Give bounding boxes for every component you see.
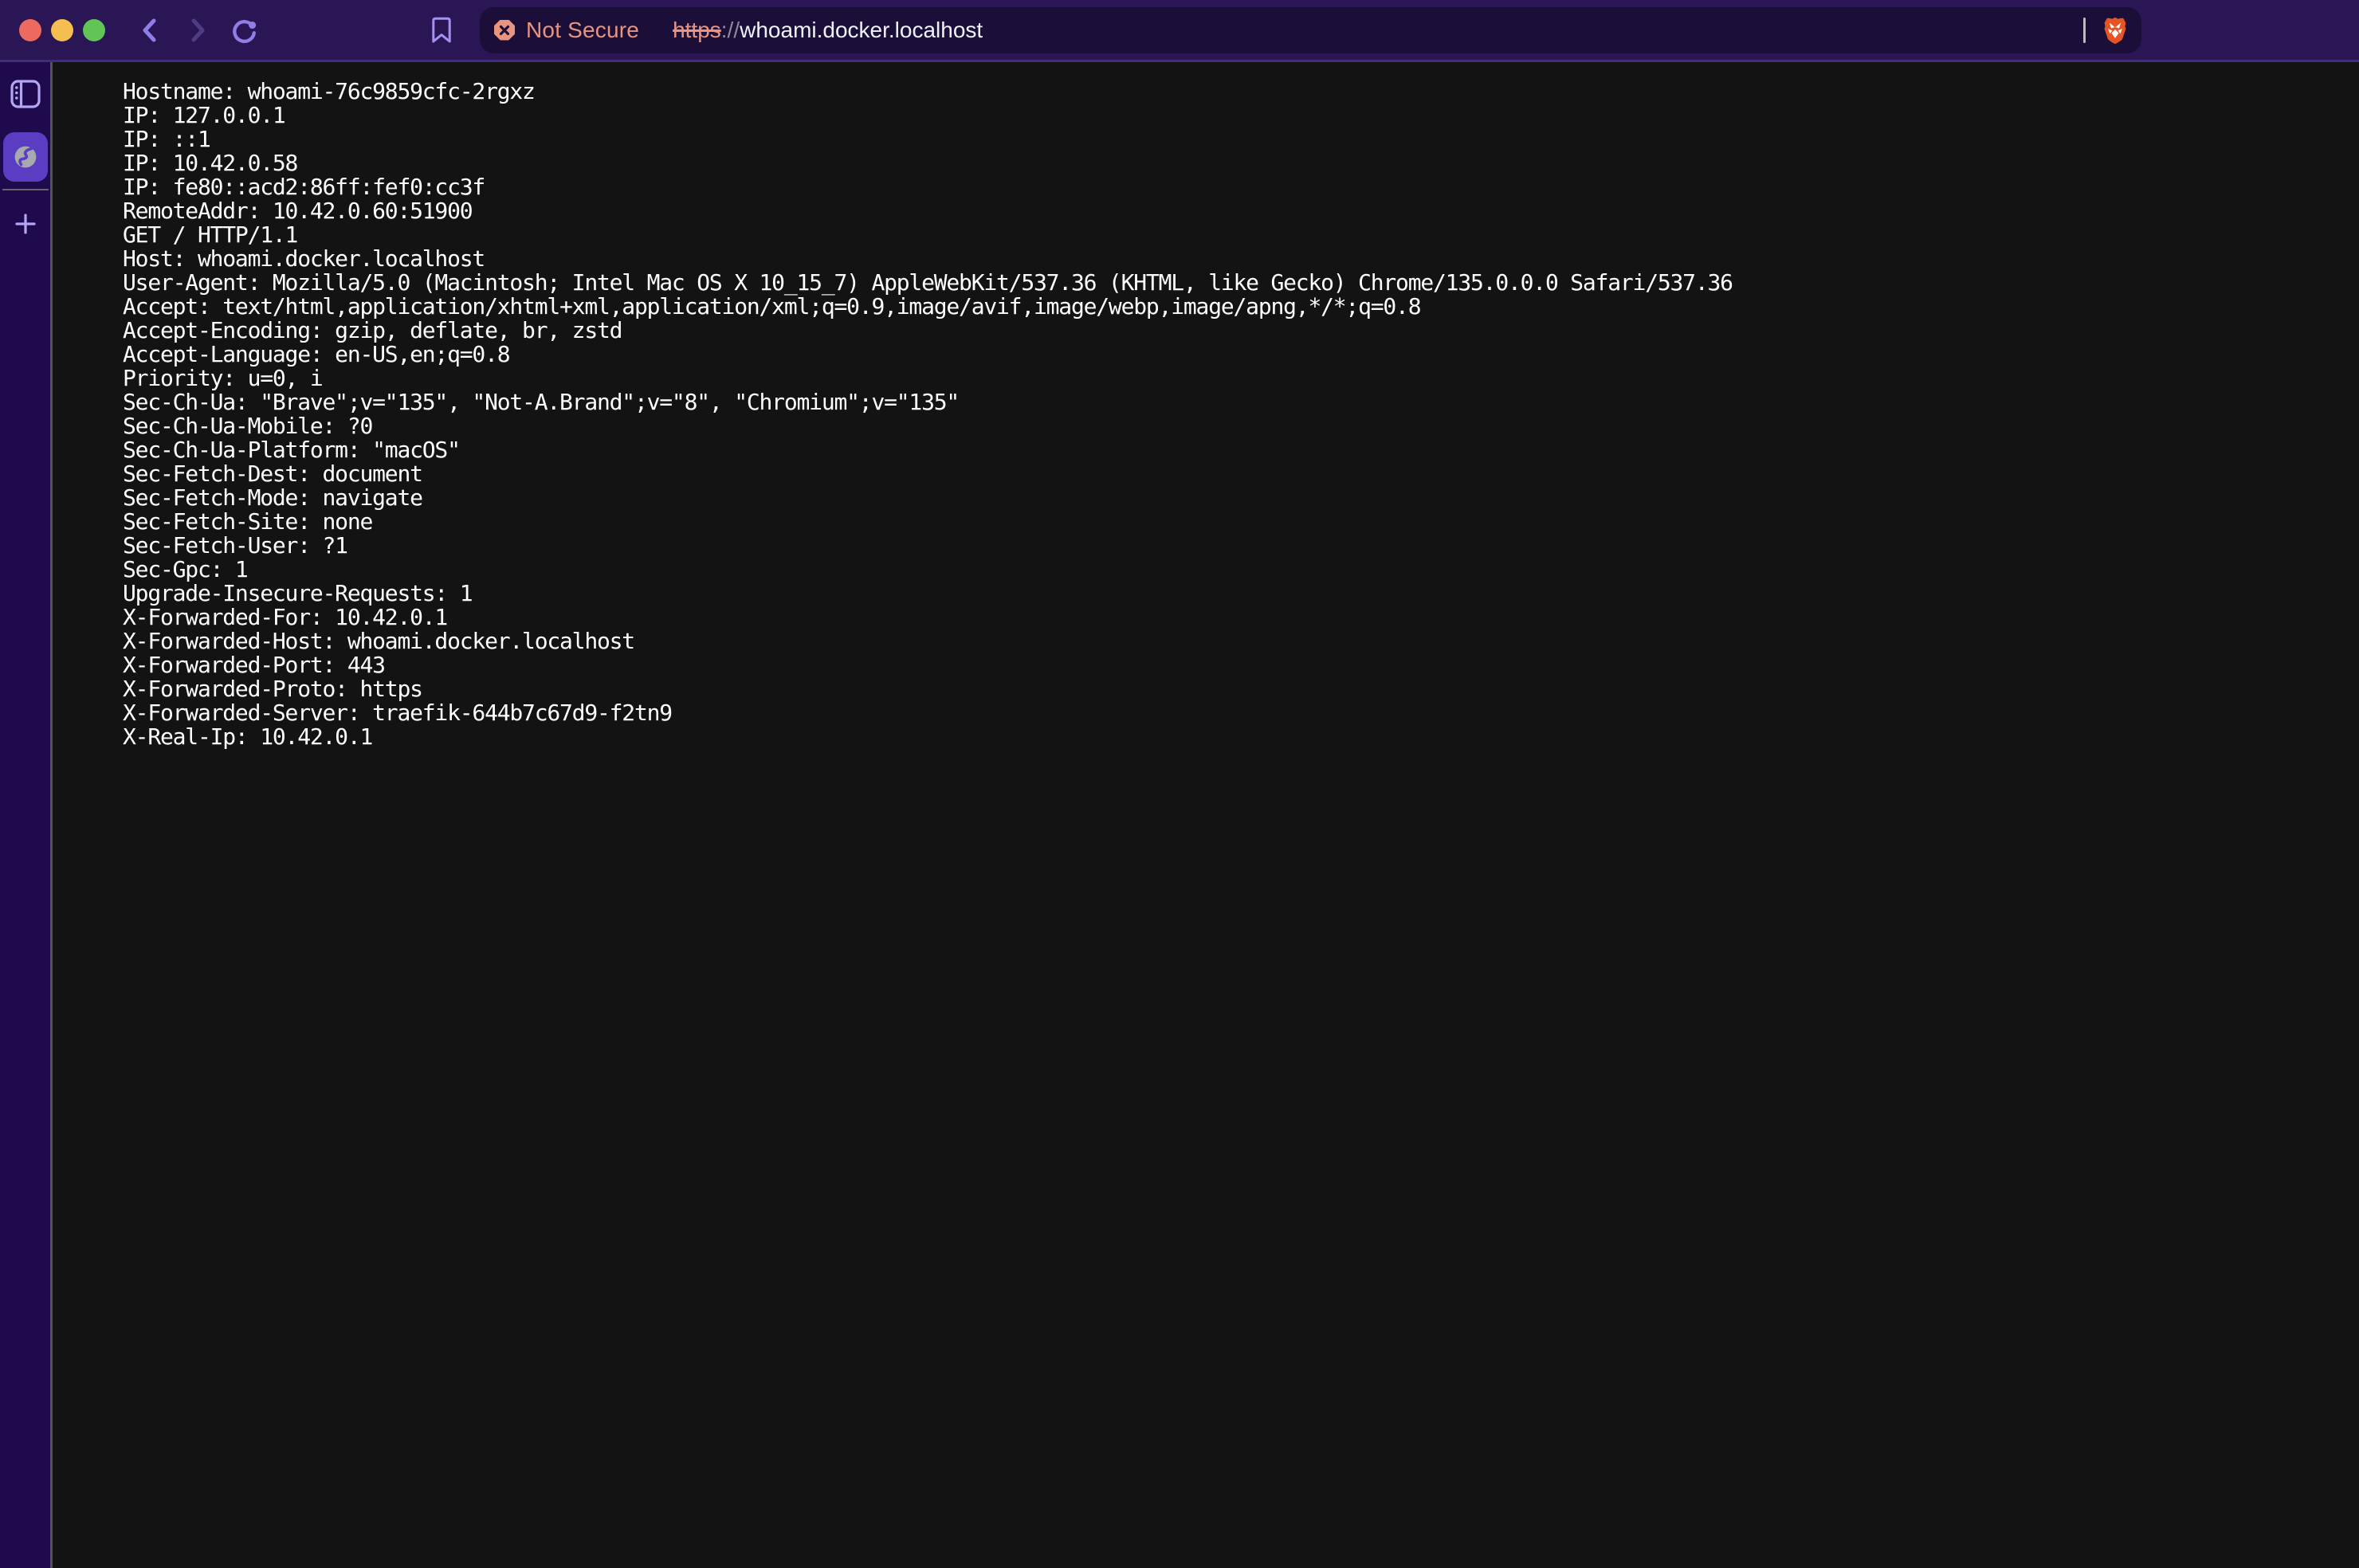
minimize-button[interactable]	[51, 19, 73, 41]
not-secure-octagon-icon	[494, 20, 515, 41]
forward-icon	[183, 15, 212, 45]
urlbar-divider	[2083, 18, 2086, 43]
forward-button[interactable]	[183, 16, 212, 45]
bookmark-button[interactable]	[427, 16, 456, 45]
whoami-output: Hostname: whoami-76c9859cfc-2rgxz IP: 12…	[123, 80, 2359, 749]
zoom-button[interactable]	[83, 19, 105, 41]
new-tab-button[interactable]	[11, 210, 40, 238]
url-scheme: https	[673, 18, 721, 43]
plus-icon	[15, 214, 36, 234]
sidebar-panel-toggle-button[interactable]	[8, 78, 43, 110]
urlbar-right-controls	[2083, 16, 2127, 45]
window-controls	[0, 19, 105, 41]
brave-shield-icon[interactable]	[2103, 16, 2127, 45]
sidebar-divider	[2, 189, 49, 190]
sidebar-panel-toggle-icon	[10, 80, 41, 108]
browser-toolbar: Not Secure https :// whoami.docker.local…	[0, 0, 2359, 62]
page-content: Hostname: whoami-76c9859cfc-2rgxz IP: 12…	[55, 62, 2359, 1568]
back-button[interactable]	[135, 16, 164, 45]
sidebar-active-tab[interactable]	[3, 132, 48, 182]
url-scheme-separator: ://	[721, 18, 740, 43]
not-secure-label: Not Secure	[526, 18, 639, 43]
reload-icon	[230, 15, 258, 45]
bookmark-icon	[431, 17, 452, 44]
close-button[interactable]	[19, 19, 41, 41]
back-icon	[135, 15, 164, 45]
reload-button[interactable]	[230, 16, 258, 45]
address-bar[interactable]: Not Secure https :// whoami.docker.local…	[480, 7, 2141, 53]
sidebar	[0, 62, 53, 1568]
url-host: whoami.docker.localhost	[740, 18, 983, 43]
globe-icon	[10, 142, 41, 172]
